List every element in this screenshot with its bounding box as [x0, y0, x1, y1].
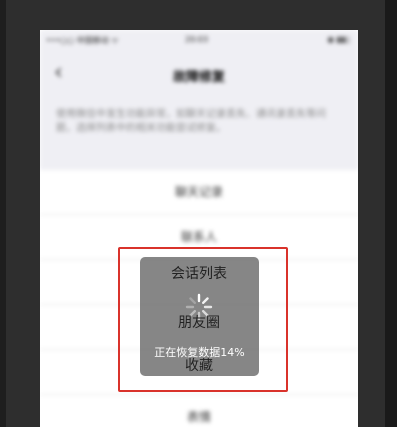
page-title: 故障修复	[172, 70, 225, 85]
status-bar: •••○○ 中国移动 ᯤ 20:03 ◉ ▮▮▯	[40, 30, 358, 50]
status-time: 20:03	[185, 35, 209, 44]
bezel-left	[0, 0, 6, 427]
list-item-chat-history[interactable]: 聊天记录	[40, 170, 358, 215]
list-item-stickers[interactable]: 表情	[40, 395, 358, 427]
battery-icon: ◉ ▮▮▯	[327, 35, 350, 44]
nav-bar: ‹ 故障修复	[40, 50, 358, 98]
device-frame: •••○○ 中国移动 ᯤ 20:03 ◉ ▮▮▯ ‹ 故障修复 使用微信中发生功…	[0, 0, 397, 427]
carrier-label: •••○○ 中国移动 ᯤ	[46, 36, 119, 45]
bezel-right	[385, 0, 397, 427]
highlight-box	[118, 247, 288, 392]
